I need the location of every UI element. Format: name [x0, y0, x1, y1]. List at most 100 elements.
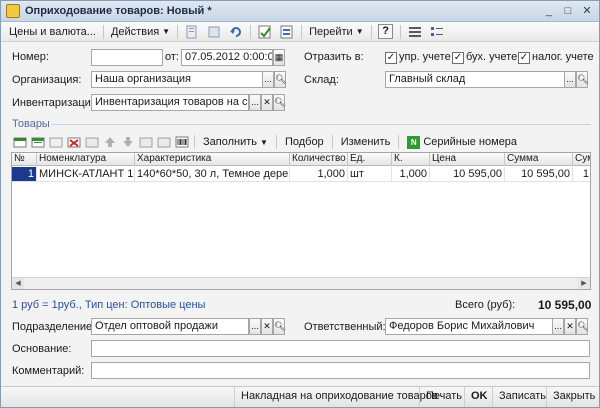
- goto-menu-label: Перейти: [309, 25, 353, 38]
- reflect-label: Отразить в:: [304, 51, 364, 63]
- table-cell[interactable]: шт: [348, 167, 392, 182]
- serial-numbers-button[interactable]: N Серийные номера: [402, 135, 522, 149]
- search-warehouse-icon[interactable]: 🔍︎: [576, 71, 588, 88]
- edit-icon[interactable]: [206, 24, 222, 40]
- move-down-icon[interactable]: [119, 134, 137, 150]
- goods-table[interactable]: № Номенклатура Характеристика Количество…: [11, 152, 591, 290]
- table-cell[interactable]: 1: [573, 167, 590, 182]
- ok-button[interactable]: OK: [464, 387, 494, 407]
- new-copy-icon[interactable]: [184, 24, 200, 40]
- responsible-field[interactable]: Федоров Борис Михайлович: [385, 318, 553, 335]
- chevron-down-icon: ▼: [260, 137, 268, 147]
- sort-descending-icon[interactable]: [155, 134, 173, 150]
- move-up-icon[interactable]: [101, 134, 119, 150]
- tax-accounting-label: налог. учете: [532, 51, 594, 63]
- price-type-link[interactable]: 1 руб = 1руб., Тип цен: Оптовые цены: [12, 299, 205, 311]
- refresh-icon[interactable]: [228, 24, 244, 40]
- edit-row-icon[interactable]: [47, 134, 65, 150]
- structure-icon[interactable]: [407, 24, 423, 40]
- table-cell[interactable]: МИНСК-АТЛАНТ 126: [37, 167, 135, 182]
- horizontal-scrollbar[interactable]: ◀ ▶: [12, 277, 590, 289]
- copy-row-icon[interactable]: [29, 134, 47, 150]
- minimize-button[interactable]: _: [541, 4, 557, 18]
- comment-field[interactable]: [91, 362, 590, 379]
- organization-label: Организация:: [12, 74, 82, 86]
- serial-numbers-icon: N: [407, 135, 421, 149]
- column-header[interactable]: №: [12, 153, 37, 166]
- table-cell[interactable]: 140*60*50, 30 л, Темное дерево: [135, 167, 290, 182]
- goods-toolbar: Заполнить ▼ Подбор Изменить N Серийные н…: [11, 133, 591, 151]
- table-row[interactable]: 1 МИНСК-АТЛАНТ 126 140*60*50, 30 л, Темн…: [12, 167, 590, 182]
- basis-label: Основание:: [12, 343, 72, 355]
- settings-list-icon[interactable]: [429, 24, 445, 40]
- scroll-left-icon[interactable]: ◀: [12, 278, 24, 289]
- number-field[interactable]: [91, 49, 163, 66]
- print-button[interactable]: Печать: [419, 387, 468, 407]
- organization-field[interactable]: Наша организация: [91, 71, 263, 88]
- table-cell[interactable]: 1: [12, 167, 37, 182]
- help-icon[interactable]: ?: [378, 24, 394, 40]
- fill-menu[interactable]: Заполнить ▼: [198, 136, 273, 148]
- total-label: Всего (руб):: [455, 299, 516, 311]
- close-button[interactable]: Закрыть: [546, 387, 600, 407]
- title-bar: Оприходование товаров: Новый * _ □ ✕: [1, 1, 599, 22]
- maximize-button[interactable]: □: [560, 4, 576, 18]
- unpost-document-icon[interactable]: [279, 24, 295, 40]
- actions-menu[interactable]: Действия ▼: [107, 23, 174, 41]
- column-header[interactable]: Сумма: [573, 153, 590, 166]
- change-button[interactable]: Изменить: [336, 136, 396, 148]
- comment-label: Комментарий:: [12, 365, 85, 377]
- search-department-icon[interactable]: 🔍︎: [273, 318, 285, 335]
- document-icon: [6, 4, 20, 18]
- basis-field[interactable]: [91, 340, 590, 357]
- column-header[interactable]: Количество: [290, 153, 348, 166]
- delete-row-icon[interactable]: [65, 134, 83, 150]
- table-cell[interactable]: 1,000: [392, 167, 430, 182]
- close-window-button[interactable]: ✕: [579, 4, 595, 18]
- barcode-icon[interactable]: [173, 134, 191, 150]
- number-label: Номер:: [12, 51, 49, 63]
- goto-menu[interactable]: Перейти ▼: [305, 23, 368, 41]
- table-cell[interactable]: 10 595,00: [505, 167, 573, 182]
- actions-menu-label: Действия: [110, 25, 160, 38]
- column-header[interactable]: Сумма: [505, 153, 573, 166]
- main-toolbar: Цены и валюта... Действия ▼ Перейти ▼ ?: [1, 22, 599, 42]
- select-responsible-button[interactable]: ...: [552, 318, 564, 335]
- select-warehouse-button[interactable]: ...: [564, 71, 576, 88]
- clear-department-icon[interactable]: ✕: [261, 318, 273, 335]
- calendar-icon[interactable]: ▦: [273, 49, 285, 66]
- responsible-label: Ответственный:: [304, 321, 386, 333]
- save-button[interactable]: Записать: [492, 387, 552, 407]
- search-organization-icon[interactable]: 🔍︎: [274, 71, 286, 88]
- date-field[interactable]: 07.05.2012 0:00:00: [181, 49, 273, 66]
- checkbox-mgmt-accounting[interactable]: ✓: [385, 52, 397, 64]
- search-responsible-icon[interactable]: 🔍︎: [576, 318, 588, 335]
- scroll-right-icon[interactable]: ▶: [578, 278, 590, 289]
- column-header[interactable]: Номенклатура: [37, 153, 135, 166]
- inventory-field[interactable]: Инвентаризация товаров на складе: [91, 94, 249, 111]
- table-cell[interactable]: 10 595,00: [430, 167, 505, 182]
- checkbox-tax-accounting[interactable]: ✓: [518, 52, 530, 64]
- prices-currency-button[interactable]: Цены и валюта...: [5, 23, 100, 41]
- sort-ascending-icon[interactable]: [137, 134, 155, 150]
- clear-inventory-icon[interactable]: ✕: [261, 94, 273, 111]
- select-organization-button[interactable]: ...: [262, 71, 274, 88]
- clear-responsible-icon[interactable]: ✕: [564, 318, 576, 335]
- warehouse-field[interactable]: Главный склад: [385, 71, 565, 88]
- post-document-icon[interactable]: [257, 24, 273, 40]
- select-department-button[interactable]: ...: [249, 318, 261, 335]
- search-inventory-icon[interactable]: 🔍︎: [273, 94, 285, 111]
- checkbox-bookkeeping[interactable]: ✓: [452, 52, 464, 64]
- department-field[interactable]: Отдел оптовой продажи: [91, 318, 249, 335]
- add-row-icon[interactable]: [11, 134, 29, 150]
- total-value: 10 595,00: [538, 298, 592, 312]
- column-header[interactable]: Ед.: [348, 153, 392, 166]
- select-inventory-button[interactable]: ...: [249, 94, 261, 111]
- column-header[interactable]: К.: [392, 153, 430, 166]
- invoice-print-button[interactable]: Накладная на оприходование товаров: [234, 387, 444, 407]
- pick-button[interactable]: Подбор: [280, 136, 329, 148]
- column-header[interactable]: Цена: [430, 153, 505, 166]
- end-edit-icon[interactable]: [83, 134, 101, 150]
- column-header[interactable]: Характеристика: [135, 153, 290, 166]
- table-cell[interactable]: 1,000: [290, 167, 348, 182]
